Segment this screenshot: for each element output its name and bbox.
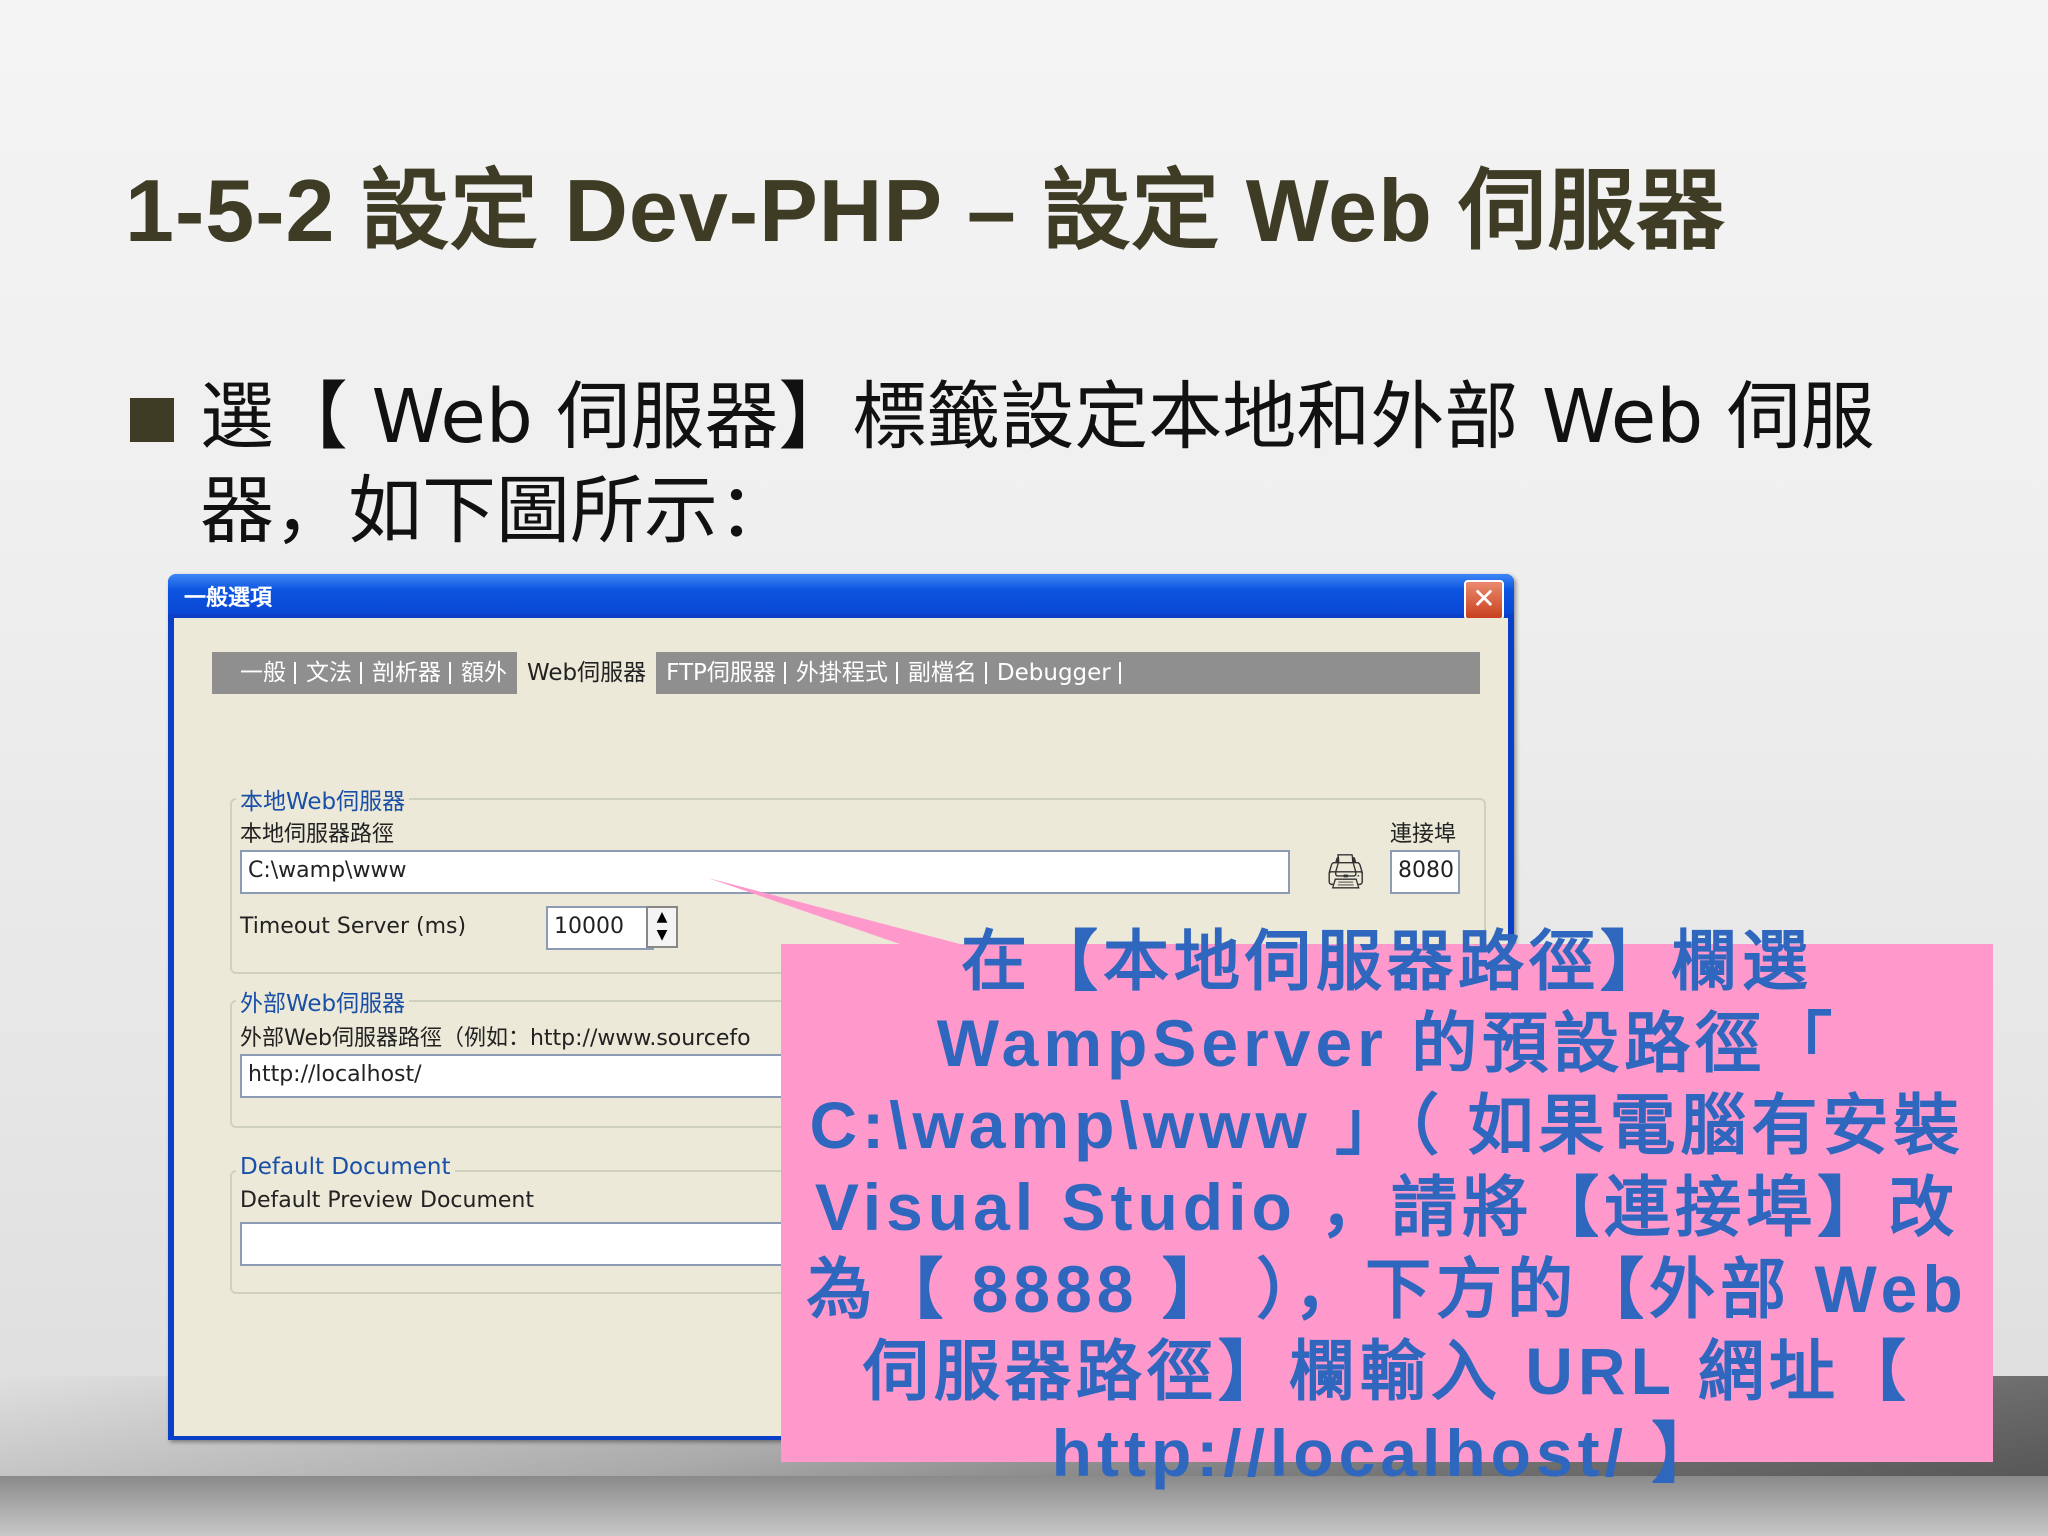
callout-box: 在【本地伺服器路徑】欄選 WampServer 的預設路徑「 C:\wamp\w… xyxy=(781,924,1993,1490)
callout-text: 在【本地伺服器路徑】欄選 WampServer 的預設路徑「 C:\wamp\w… xyxy=(806,924,1968,1490)
